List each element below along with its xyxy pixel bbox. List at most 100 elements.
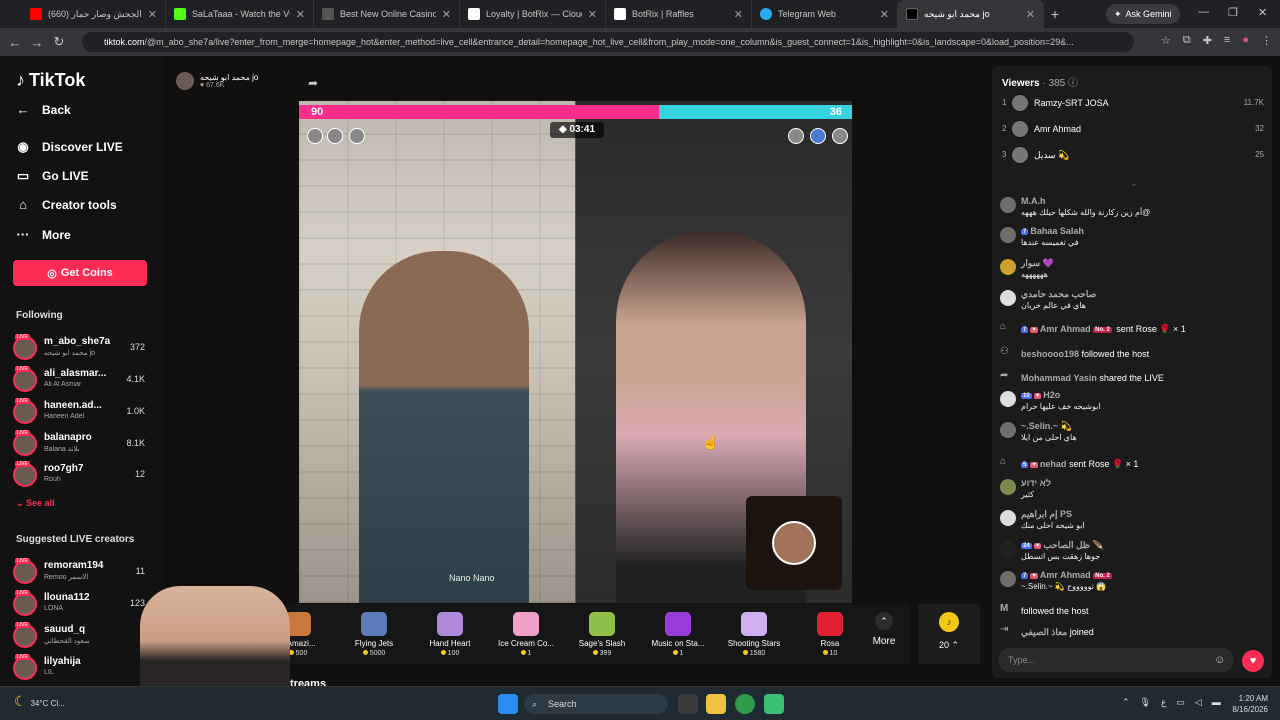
- avatar: [1000, 571, 1016, 587]
- address-bar[interactable]: tiktok.com/@m_abo_she7a/live?enter_from_…: [82, 32, 1134, 52]
- following-account[interactable]: LIVE m_abo_she7a محمد ابو شيحه jo 372: [13, 334, 151, 362]
- minimize-icon[interactable]: —: [1198, 6, 1209, 18]
- share-icon[interactable]: ➦: [308, 76, 318, 90]
- join-icon: ⇥: [1000, 624, 1009, 635]
- see-all-link[interactable]: ⌄ See all: [16, 498, 55, 509]
- chrome-icon[interactable]: [735, 694, 755, 714]
- supporter-avatar[interactable]: [788, 128, 804, 144]
- bookmark-star-icon[interactable]: ☆: [1161, 34, 1171, 47]
- guest-name-label: Nano Nano: [449, 573, 495, 583]
- following-account[interactable]: LIVE balanapro Balana بلانة 8.1K: [13, 430, 151, 458]
- app-icon[interactable]: [764, 694, 784, 714]
- supporter-avatar[interactable]: [349, 128, 365, 144]
- close-icon[interactable]: ✕: [588, 8, 597, 21]
- live-video[interactable]: 90 36 ◆ 03:41 Nano Nano: [299, 101, 852, 603]
- reload-icon[interactable]: ↻: [48, 34, 70, 50]
- avatar: [1000, 510, 1016, 526]
- supporter-avatar[interactable]: [307, 128, 323, 144]
- tiktok-logo[interactable]: ♪ TikTok: [16, 70, 85, 91]
- microphone-icon[interactable]: 🎙: [1140, 697, 1151, 708]
- following-account[interactable]: LIVE haneen.ad... Haneen Adel 1.0K: [13, 398, 151, 426]
- tab-kick[interactable]: SaLaTaaa - Watch the VOD✕: [166, 0, 314, 28]
- ask-gemini-button[interactable]: ✦ Ask Gemini: [1106, 4, 1180, 24]
- supporter-avatar[interactable]: [810, 128, 826, 144]
- weather-widget[interactable]: ☾ 34°C Cl...: [14, 693, 65, 710]
- top-viewer-row[interactable]: 3 سديل 💫 25: [1002, 146, 1264, 164]
- pip-guest-video[interactable]: [746, 496, 842, 590]
- forward-arrow-icon[interactable]: →: [26, 35, 48, 50]
- tab-youtube[interactable]: (660) كبر الجحش وصار حمار✕: [22, 0, 166, 28]
- back-arrow-icon[interactable]: ←: [4, 35, 26, 50]
- suggested-account[interactable]: LIVE sauud_q سعود القحطاني: [13, 622, 151, 650]
- gift-item[interactable]: Music on Sta... 1: [640, 604, 716, 664]
- gift-item[interactable]: Rosa 10: [792, 604, 868, 664]
- following-account[interactable]: LIVE ali_alasmar... Ali Al Asmar 4.1K: [13, 366, 151, 394]
- network-icon[interactable]: ▭: [1176, 697, 1185, 708]
- gift-item[interactable]: Flying Jets 5000: [336, 604, 412, 664]
- battery-icon[interactable]: ▬: [1212, 697, 1221, 708]
- get-coins-button[interactable]: ◎ Get Coins: [13, 260, 147, 286]
- tab-telegram[interactable]: Telegram Web ✕: [752, 0, 898, 28]
- maximize-icon[interactable]: ❐: [1228, 6, 1238, 19]
- top-viewer-row[interactable]: 2 Amr Ahmad 32: [1002, 120, 1264, 138]
- gift-item[interactable]: Shooting Stars 1580: [716, 604, 792, 664]
- gift-item[interactable]: Ice Cream Co... 1: [488, 604, 564, 664]
- close-icon[interactable]: ✕: [880, 8, 889, 21]
- chevron-up-icon[interactable]: ⌃: [1122, 697, 1130, 708]
- windows-start-icon[interactable]: [498, 694, 518, 714]
- chevron-down-icon[interactable]: ⌄: [1130, 178, 1138, 189]
- suggested-account[interactable]: LIVE lilyahija LIL: [13, 654, 151, 682]
- close-icon[interactable]: ✕: [442, 8, 451, 21]
- fan-badge: ♥: [1033, 392, 1042, 399]
- gift-item[interactable]: Sage's Slash 399: [564, 604, 640, 664]
- close-icon[interactable]: ✕: [734, 8, 743, 21]
- avatar: [1000, 259, 1016, 275]
- clock[interactable]: 1:20 AM 8/16/2026: [1232, 693, 1268, 715]
- supporter-avatar[interactable]: [832, 128, 848, 144]
- window-close-icon[interactable]: ✕: [1258, 6, 1267, 19]
- chat-panel: Viewers · 385 ⓘ 1 Ramzy-SRT JOSA 11.7K 2 Am…: [992, 66, 1272, 678]
- tab-botrix-raffles[interactable]: BotRix | Raffles ✕: [606, 0, 752, 28]
- close-icon[interactable]: ✕: [1026, 8, 1035, 21]
- fan-badge: ♥: [1030, 326, 1038, 333]
- live-badge: LIVE: [15, 334, 30, 340]
- nav-more[interactable]: ··· More: [14, 227, 71, 242]
- suggested-account[interactable]: LIVE remoram194 Remoo الاسمر 11: [13, 558, 151, 586]
- profile-avatar[interactable]: ●: [1242, 34, 1249, 47]
- supporter-avatar[interactable]: [327, 128, 343, 144]
- gift-item[interactable]: Hand Heart 100: [412, 604, 488, 664]
- back-button[interactable]: ← Back: [14, 102, 71, 117]
- tab-tiktok[interactable]: محمد ابو شيحه jo ✕: [898, 0, 1044, 28]
- nav-discover-live[interactable]: ◉ Discover LIVE: [14, 139, 122, 155]
- streamer-webcam-overlay: [140, 586, 290, 686]
- kebab-menu-icon[interactable]: ⋮: [1261, 34, 1272, 47]
- puzzle-icon[interactable]: ✚: [1203, 34, 1212, 47]
- following-account[interactable]: LIVE roo7gh7 Rouh 12: [13, 461, 151, 489]
- nav-creator-tools[interactable]: ⌂ Creator tools: [14, 197, 117, 212]
- heart-button[interactable]: ♥: [1242, 650, 1264, 672]
- info-icon[interactable]: ⓘ: [1068, 78, 1078, 89]
- emoji-icon[interactable]: ☺: [1214, 654, 1225, 666]
- new-tab-button[interactable]: +: [1044, 6, 1066, 22]
- gift-icon: [437, 612, 463, 636]
- close-icon[interactable]: ✕: [296, 8, 305, 21]
- tab-casino[interactable]: Best New Online Casino ✕: [314, 0, 460, 28]
- top-viewer-row[interactable]: 1 Ramzy-SRT JOSA 11.7K: [1002, 94, 1264, 112]
- more-gifts-button[interactable]: ⌃ More: [860, 612, 908, 647]
- file-explorer-icon[interactable]: [706, 694, 726, 714]
- taskbar-search[interactable]: ⌕ Search: [524, 694, 668, 714]
- volume-icon[interactable]: ◁: [1195, 697, 1202, 708]
- tab-botrix-loyalty[interactable]: Loyalty | BotRix — Cloud St✕: [460, 0, 606, 28]
- chat-input[interactable]: Type...: [998, 648, 1234, 672]
- language-icon[interactable]: ع: [1161, 697, 1166, 708]
- coin-balance-button[interactable]: ♪ 20 ⌃: [918, 604, 980, 664]
- nav-go-live[interactable]: ▭ Go LIVE: [14, 168, 89, 184]
- close-icon[interactable]: ✕: [148, 8, 157, 21]
- task-view-icon[interactable]: [678, 694, 698, 714]
- suggested-account[interactable]: LIVE llouna112 LONA 123: [13, 590, 151, 618]
- extension-icon[interactable]: ⧉: [1183, 34, 1191, 47]
- battle-score-bar: 90 36: [299, 105, 852, 119]
- media-icon[interactable]: ≡: [1224, 34, 1230, 47]
- timer-icon: ◆: [558, 124, 570, 135]
- host-info[interactable]: محمد ابو شيحه jo ♥ 67.6K: [176, 72, 258, 90]
